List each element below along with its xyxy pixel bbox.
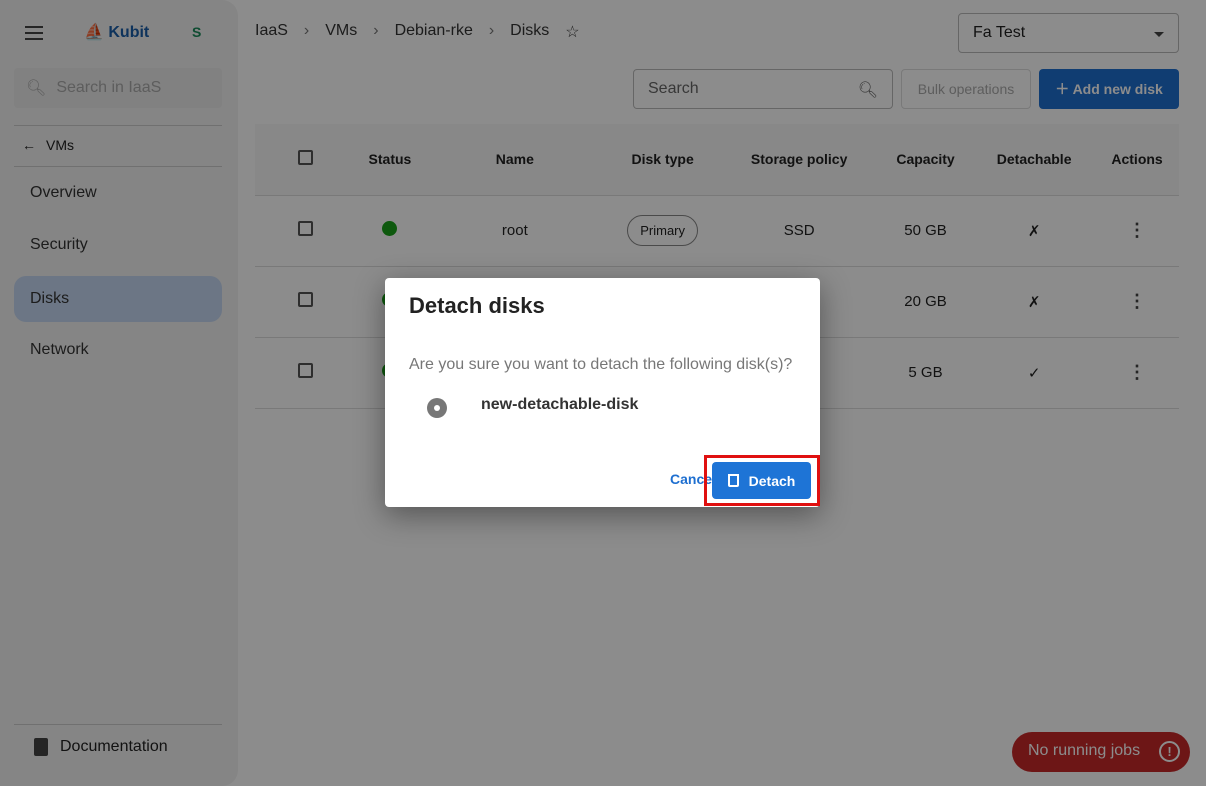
trash-icon [727, 474, 739, 487]
disk-icon [427, 398, 447, 418]
detach-button[interactable]: Detach [712, 462, 811, 499]
dialog-message: Are you sure you want to detach the foll… [409, 356, 793, 373]
disk-name: new-detachable-disk [481, 396, 639, 413]
dialog-title: Detach disks [409, 293, 545, 318]
detach-disks-dialog: Detach disks Are you sure you want to de… [385, 278, 820, 507]
detach-label: Detach [748, 472, 796, 489]
